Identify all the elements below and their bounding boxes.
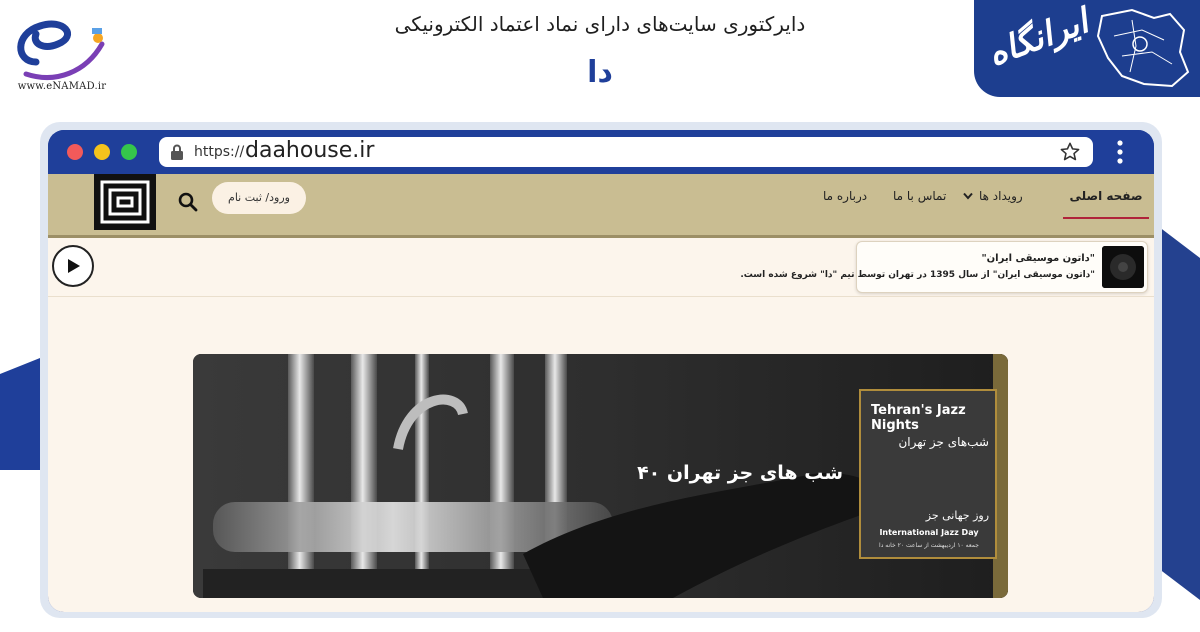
directory-header: www.eNAMAD.ir دایرکتوری سایت‌های دارای ن… xyxy=(0,0,1200,120)
site-logo[interactable] xyxy=(94,174,156,230)
close-window-button[interactable] xyxy=(67,144,83,160)
directory-title: دایرکتوری سایت‌های دارای نماد اعتماد الک… xyxy=(394,12,806,36)
poster-title-fa: شب‌های جز تهران xyxy=(898,435,989,449)
poster-subtitle-fa: روز جهانی جز xyxy=(925,509,989,522)
url-protocol: https:// xyxy=(194,144,245,160)
nav-item-about[interactable]: درباره ما xyxy=(823,174,867,219)
minimize-window-button[interactable] xyxy=(94,144,110,160)
play-icon xyxy=(68,259,80,273)
browser-toolbar: https:// daahouse.ir xyxy=(48,130,1154,174)
ticker-title: "داتون موسیقی ایران" xyxy=(981,253,1095,264)
bookmark-star-icon[interactable] xyxy=(1059,141,1081,163)
audio-play-button[interactable] xyxy=(52,245,94,287)
chevron-down-icon xyxy=(963,192,973,200)
url-domain: daahouse.ir xyxy=(245,138,375,163)
nav-item-events[interactable]: رویداد ها xyxy=(963,174,1023,219)
search-icon[interactable] xyxy=(178,192,198,212)
address-bar[interactable]: https:// daahouse.ir xyxy=(159,137,1093,167)
irangah-logo-text: ایرانگاه xyxy=(982,1,1094,75)
poster-date: جمعه ۱۰ اردیبهشت از ساعت ۲۰ خانه دا xyxy=(879,542,979,549)
lock-icon xyxy=(171,144,183,160)
nav-item-contact[interactable]: تماس با ما xyxy=(893,174,946,219)
irangah-logo-panel: ایرانگاه xyxy=(974,0,1200,97)
maximize-window-button[interactable] xyxy=(121,144,137,160)
iran-map-icon xyxy=(1096,8,1190,88)
nav-item-home[interactable]: صفحه اصلی xyxy=(1063,174,1149,219)
ticker-description: "داتون موسیقی ایران" از سال 1395 در تهرا… xyxy=(740,270,1095,280)
nav-item-events-label: رویداد ها xyxy=(979,189,1023,203)
banner-caption: شب های جز تهران ۴۰ xyxy=(637,462,843,484)
login-register-button[interactable]: ورود/ ثبت نام xyxy=(212,182,306,214)
news-ticker-card[interactable]: "داتون موسیقی ایران" "داتون موسیقی ایران… xyxy=(740,241,1148,293)
irangah-logo[interactable]: ایرانگاه xyxy=(970,0,1200,101)
site-navbar: ورود/ ثبت نام صفحه اصلی رویداد ها تماس ب… xyxy=(48,174,1154,238)
site-name: دا xyxy=(587,55,613,90)
divider xyxy=(48,296,1154,297)
browser-window: https:// daahouse.ir ورود/ ثبت نام صفحه … xyxy=(48,130,1154,612)
ticker-thumbnail xyxy=(1102,246,1144,288)
hero-banner[interactable]: شب های جز تهران ۴۰ Tehran's Jazz Nights … xyxy=(193,354,1008,598)
browser-menu-icon[interactable] xyxy=(1116,140,1124,164)
poster-title-en: Tehran's Jazz Nights xyxy=(871,403,966,433)
poster-subtitle-en: International Jazz Day xyxy=(879,528,979,537)
event-poster[interactable]: Tehran's Jazz Nights شب‌های جز تهران روز… xyxy=(859,389,997,559)
browser-frame: https:// daahouse.ir ورود/ ثبت نام صفحه … xyxy=(40,122,1162,618)
enamad-caption: www.eNAMAD.ir xyxy=(17,81,107,92)
page-content: "داتون موسیقی ایران" "داتون موسیقی ایران… xyxy=(48,238,1154,612)
